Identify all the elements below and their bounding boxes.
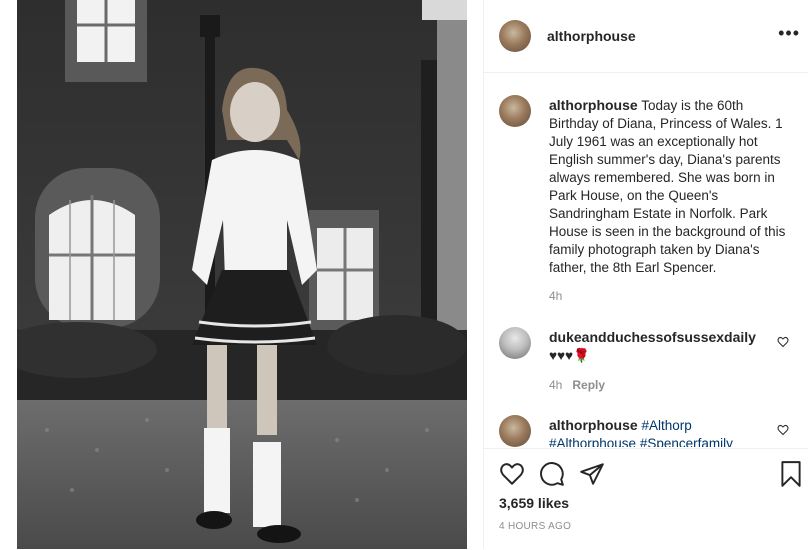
comment-like-icon[interactable] <box>777 336 789 348</box>
caption-body: althorphouse Today is the 60th Birthday … <box>549 96 789 277</box>
caption-text: Today is the 60th Birthday of Diana, Pri… <box>549 98 786 275</box>
comment-icon[interactable] <box>539 461 565 487</box>
comment-meta: 4h Reply <box>549 378 605 392</box>
bookmark-icon[interactable] <box>778 460 804 488</box>
heart-icon[interactable] <box>499 461 525 487</box>
caption-avatar[interactable] <box>499 95 531 127</box>
comment-body: dukeandduchessofsussexdaily ♥♥♥🌹 <box>549 328 789 365</box>
post-actions: 3,659 likes 4 HOURS AGO <box>484 448 808 550</box>
post-header: althorphouse ••• <box>484 0 808 73</box>
comments-list: althorphouse Today is the 60th Birthday … <box>484 73 808 447</box>
comment-time[interactable]: 4h <box>549 378 562 392</box>
likes-count[interactable]: 3,659 likes <box>499 495 569 511</box>
post-photo[interactable] <box>17 0 467 549</box>
post-timestamp[interactable]: 4 HOURS AGO <box>499 521 571 532</box>
post-sidebar: althorphouse ••• althorphouse Today is t… <box>483 0 808 549</box>
author-username[interactable]: althorphouse <box>547 28 636 44</box>
commenter-avatar[interactable] <box>499 327 531 359</box>
comment-username[interactable]: dukeandduchessofsussexdaily <box>549 329 756 345</box>
comment-text: ♥♥♥🌹 <box>549 348 590 363</box>
share-icon[interactable] <box>579 461 605 487</box>
post-photo-image <box>17 0 467 549</box>
reply-button[interactable]: Reply <box>572 378 605 392</box>
comment-username[interactable]: althorphouse <box>549 417 638 433</box>
more-options-icon[interactable]: ••• <box>778 24 800 42</box>
caption-username[interactable]: althorphouse <box>549 97 638 113</box>
comment-body: althorphouse #Althorp #Althorphouse #Spe… <box>549 416 789 447</box>
hashtag-link[interactable]: #Spencerfamily <box>640 436 733 447</box>
author-avatar[interactable] <box>499 20 531 52</box>
hashtag-link[interactable]: #Althorphouse <box>549 436 636 447</box>
caption-time[interactable]: 4h <box>549 289 562 303</box>
comment-like-icon[interactable] <box>777 424 789 436</box>
hashtag-link[interactable]: #Althorp <box>641 418 691 433</box>
commenter-avatar[interactable] <box>499 415 531 447</box>
